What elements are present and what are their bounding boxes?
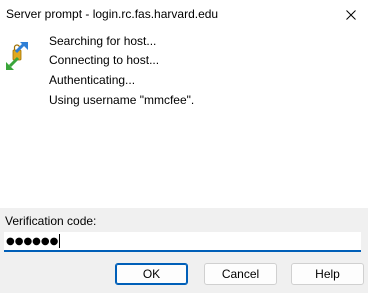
ok-button[interactable]: OK	[115, 263, 188, 285]
window-title: Server prompt - login.rc.fas.harvard.edu	[6, 7, 219, 21]
verification-code-label: Verification code:	[5, 214, 97, 228]
log-line: Authenticating...	[49, 73, 136, 87]
close-icon	[346, 10, 356, 20]
transfer-arrows-key-icon	[6, 42, 28, 70]
help-button[interactable]: Help	[291, 263, 364, 285]
log-line: Searching for host...	[49, 34, 157, 48]
log-line: Using username "mmcfee".	[49, 93, 195, 107]
verification-code-value: ●●●●●●	[6, 235, 59, 247]
close-button[interactable]	[334, 0, 368, 30]
text-caret	[59, 234, 61, 248]
title-bar: Server prompt - login.rc.fas.harvard.edu	[0, 0, 368, 30]
cancel-button[interactable]: Cancel	[204, 263, 277, 285]
log-line: Connecting to host...	[49, 53, 160, 67]
log-panel: Searching for host... Connecting to host…	[0, 30, 368, 208]
verification-code-field[interactable]: ●●●●●●	[4, 232, 361, 252]
